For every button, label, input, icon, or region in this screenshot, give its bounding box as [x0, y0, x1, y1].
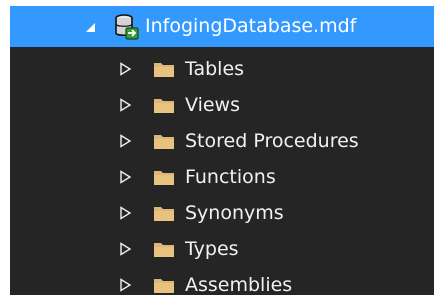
folder-icon	[154, 63, 174, 77]
collapsed-triangle-icon[interactable]	[118, 170, 132, 184]
tree-node-label: InfogingDatabase.mdf	[145, 15, 357, 37]
tree-node-synonyms[interactable]: Synonyms	[10, 195, 434, 231]
tree-node-tables[interactable]: Tables	[10, 51, 434, 87]
expanded-triangle-icon[interactable]	[83, 20, 97, 34]
tree-node-assemblies[interactable]: Assemblies	[10, 267, 434, 295]
tree-node-label: Types	[185, 238, 239, 260]
collapsed-triangle-icon[interactable]	[118, 242, 132, 256]
collapsed-triangle-icon[interactable]	[118, 206, 132, 220]
collapsed-triangle-icon[interactable]	[118, 98, 132, 112]
folder-icon	[154, 243, 174, 257]
tree-node-label: Assemblies	[185, 274, 293, 295]
folder-icon	[154, 135, 174, 149]
tree-node-label: Stored Procedures	[185, 130, 359, 152]
folder-icon	[154, 99, 174, 113]
tree-node-stored-procedures[interactable]: Stored Procedures	[10, 123, 434, 159]
tree-node-label: Synonyms	[185, 202, 284, 224]
folder-icon	[154, 279, 174, 293]
tree-node-functions[interactable]: Functions	[10, 159, 434, 195]
database-icon	[115, 14, 139, 40]
folder-icon	[154, 207, 174, 221]
database-tree: InfogingDatabase.mdf Tables Views Stored…	[10, 6, 434, 295]
tree-node-database[interactable]: InfogingDatabase.mdf	[10, 6, 434, 47]
tree-node-types[interactable]: Types	[10, 231, 434, 267]
collapsed-triangle-icon[interactable]	[118, 62, 132, 76]
server-explorer-panel: InfogingDatabase.mdf Tables Views Stored…	[0, 0, 441, 298]
collapsed-triangle-icon[interactable]	[118, 134, 132, 148]
folder-icon	[154, 171, 174, 185]
tree-node-label: Tables	[185, 58, 245, 80]
tree-node-label: Functions	[185, 166, 276, 188]
tree-node-label: Views	[185, 94, 240, 116]
tree-node-views[interactable]: Views	[10, 87, 434, 123]
collapsed-triangle-icon[interactable]	[118, 278, 132, 292]
